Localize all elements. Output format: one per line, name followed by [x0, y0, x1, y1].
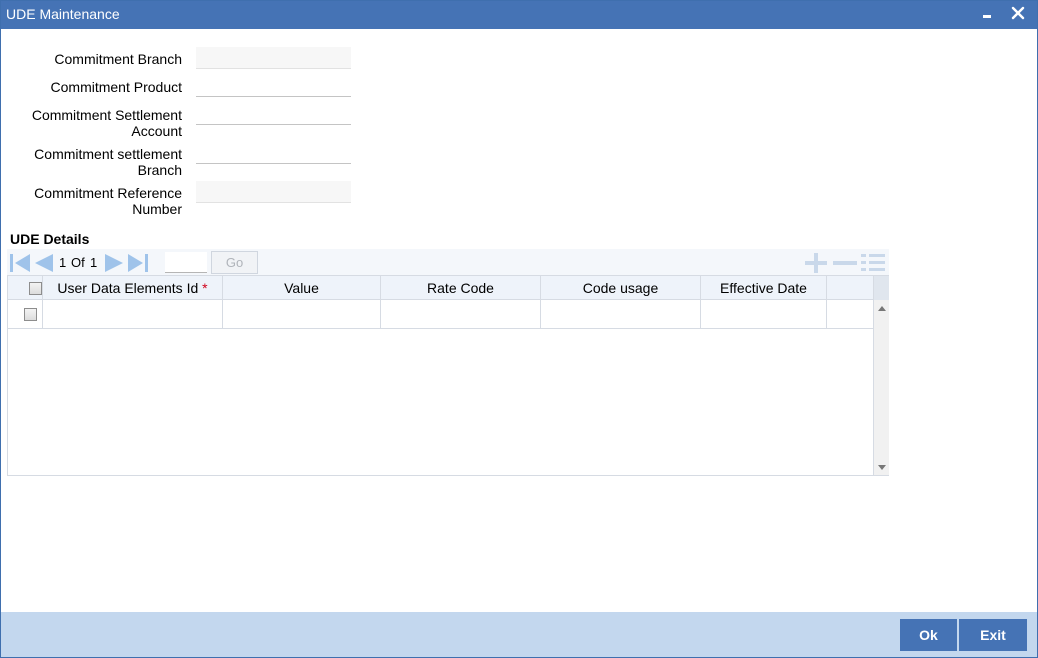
page-number-input[interactable]	[165, 252, 207, 273]
commitment-reference-number-input[interactable]	[196, 181, 351, 203]
close-icon[interactable]	[1007, 3, 1029, 25]
single-view-icon[interactable]	[859, 252, 887, 274]
rate-code-cell[interactable]	[381, 300, 541, 329]
row-select-cell	[8, 300, 43, 329]
exit-button[interactable]: Exit	[959, 619, 1027, 651]
column-header-udeid-label: User Data Elements Id	[57, 280, 199, 296]
commitment-product-input[interactable]	[196, 75, 351, 97]
grid-vertical-scrollbar[interactable]	[873, 276, 889, 475]
minimize-icon[interactable]	[977, 3, 999, 25]
commitment-settlement-account-label-line2: Account	[131, 123, 182, 139]
previous-page-icon[interactable]	[33, 253, 55, 273]
grid-toolbar: 1 Of 1 Go	[7, 249, 889, 275]
commitment-settlement-branch-label: Commitment settlement Branch	[34, 146, 182, 178]
column-header-code-usage[interactable]: Code usage	[541, 276, 701, 300]
commitment-settlement-branch-input[interactable]	[196, 142, 351, 164]
commitment-reference-number-label-line2: Number	[132, 201, 182, 217]
commitment-product-label: Commitment Product	[50, 79, 182, 95]
add-row-icon[interactable]	[803, 252, 829, 274]
scroll-down-icon[interactable]	[878, 465, 886, 470]
effective-date-cell[interactable]	[701, 300, 827, 329]
required-indicator: *	[202, 280, 208, 296]
column-header-udeid[interactable]: User Data Elements Id *	[43, 276, 223, 300]
commitment-reference-number-label-line1: Commitment Reference	[34, 185, 182, 201]
commitment-settlement-account-input[interactable]	[196, 103, 351, 125]
next-page-icon[interactable]	[103, 253, 125, 273]
pager-current: 1	[59, 255, 67, 270]
commitment-settlement-branch-label-line2: Branch	[137, 162, 182, 178]
commitment-settlement-account-label-line1: Commitment Settlement	[31, 107, 182, 123]
pager-total: 1	[90, 255, 98, 270]
footer-bar: Ok Exit	[1, 612, 1037, 657]
first-page-icon[interactable]	[9, 253, 31, 273]
title-bar: UDE Maintenance	[1, 1, 1037, 29]
window-title: UDE Maintenance	[6, 6, 120, 22]
ude-details-grid: User Data Elements Id * Value Rate Code …	[7, 275, 889, 476]
row-select-checkbox[interactable]	[24, 308, 37, 321]
grid-header: User Data Elements Id * Value Rate Code …	[8, 276, 874, 300]
select-all-checkbox[interactable]	[29, 282, 42, 295]
value-cell[interactable]	[223, 300, 381, 329]
delete-row-icon[interactable]	[831, 252, 859, 274]
commitment-branch-input[interactable]	[196, 47, 351, 69]
commitment-reference-number-label: Commitment Reference Number	[34, 185, 182, 217]
ude-maintenance-window: UDE Maintenance Commitment Branch Commit…	[0, 0, 1038, 658]
table-row	[8, 300, 874, 329]
pager-of: Of	[71, 255, 85, 270]
header-select-cell	[8, 276, 43, 300]
last-page-icon[interactable]	[127, 253, 149, 273]
row-spacer-cell	[827, 300, 874, 329]
go-button[interactable]: Go	[211, 251, 258, 274]
commitment-branch-label: Commitment Branch	[54, 51, 182, 67]
scrollbar-header-corner	[874, 276, 889, 300]
commitment-settlement-account-label: Commitment Settlement Account	[32, 107, 182, 139]
column-header-spacer	[827, 276, 874, 300]
scroll-up-icon[interactable]	[878, 306, 886, 311]
column-header-effective-date[interactable]: Effective Date	[701, 276, 827, 300]
ude-details-title: UDE Details	[10, 231, 90, 247]
column-header-rate-code[interactable]: Rate Code	[381, 276, 541, 300]
column-header-value[interactable]: Value	[223, 276, 381, 300]
ok-button[interactable]: Ok	[900, 619, 957, 651]
commitment-settlement-branch-label-line1: Commitment settlement	[34, 146, 182, 162]
code-usage-cell[interactable]	[541, 300, 701, 329]
udeid-cell[interactable]	[43, 300, 223, 329]
